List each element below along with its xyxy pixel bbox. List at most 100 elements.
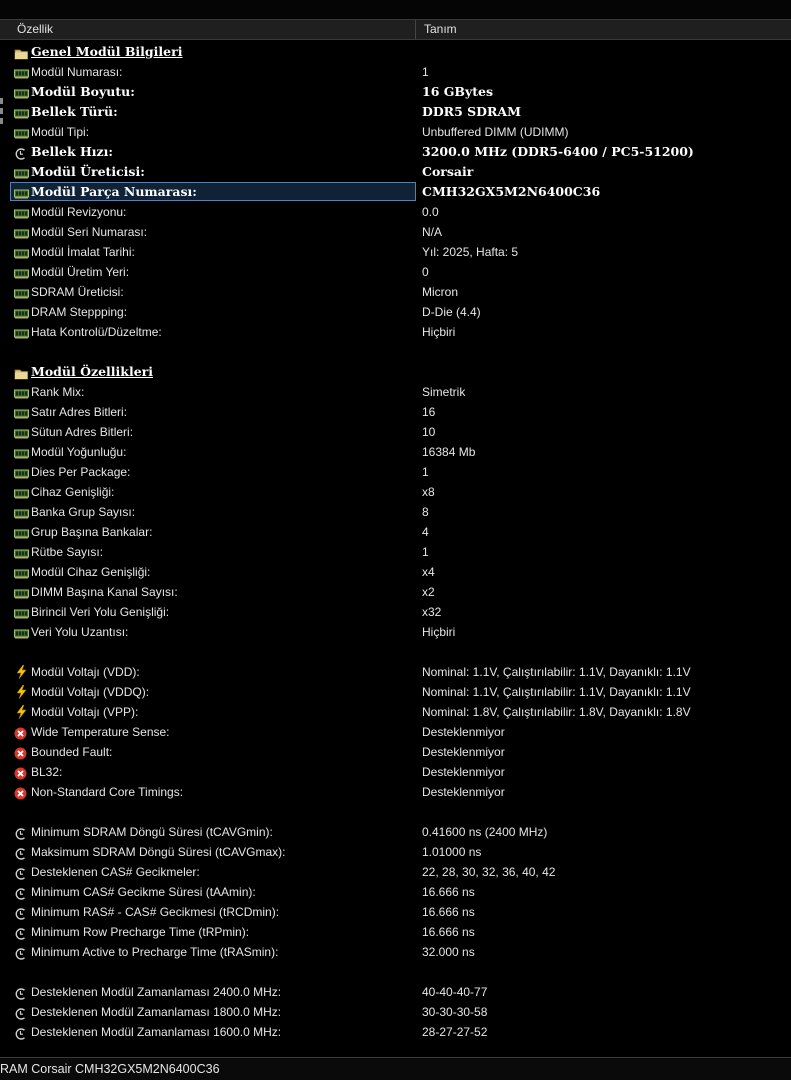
property-label: Modül Üreticisi: (31, 164, 145, 179)
property-row[interactable]: Modül Numarası: 1 (0, 62, 791, 82)
property-label: Banka Grup Sayısı: (31, 505, 136, 519)
property-row[interactable]: DIMM Başına Kanal Sayısı: x2 (0, 582, 791, 602)
property-row[interactable]: Wide Temperature Sense: Desteklenmiyor (0, 722, 791, 742)
property-row[interactable]: Rütbe Sayısı: 1 (0, 542, 791, 562)
ram-icon (14, 166, 29, 179)
property-label: Modül Voltajı (VDDQ): (31, 685, 150, 699)
property-row[interactable]: Modül Üretim Yeri: 0 (0, 262, 791, 282)
ram-icon (14, 106, 29, 119)
status-bar: RAM Corsair CMH32GX5M2N6400C36 (0, 1057, 791, 1080)
property-row[interactable]: Minimum CAS# Gecikme Süresi (tAAmin): 16.… (0, 882, 791, 902)
property-row[interactable]: Desteklenen Modül Zamanlaması 2400.0 MHz… (0, 982, 791, 1002)
property-row[interactable]: Bellek Türü: DDR5 SDRAM (0, 102, 791, 122)
property-value: 0.0 (422, 205, 439, 219)
clock-icon (14, 1026, 29, 1040)
property-row[interactable]: Bounded Fault: Desteklenmiyor (0, 742, 791, 762)
property-row[interactable]: Modül Seri Numarası: N/A (0, 222, 791, 242)
lightning-icon (14, 704, 29, 720)
property-row[interactable]: Birincil Veri Yolu Genişliği: x32 (0, 602, 791, 622)
clock-icon (14, 986, 29, 1000)
property-label: Bellek Türü: (31, 104, 118, 119)
clock-icon (14, 826, 29, 840)
property-label: Modül Revizyonu: (31, 205, 127, 219)
property-value: 16384 Mb (422, 445, 476, 459)
property-row[interactable]: Modül Tipi: Unbuffered DIMM (UDIMM) (0, 122, 791, 142)
property-value: N/A (422, 225, 443, 239)
property-row[interactable]: Rank Mix: Simetrik (0, 382, 791, 402)
property-row[interactable]: Modül Cihaz Genişliği: x4 (0, 562, 791, 582)
property-label: Satır Adres Bitleri: (31, 405, 128, 419)
property-label: Bounded Fault: (31, 745, 113, 759)
window-top-strip (0, 0, 791, 19)
status-text: RAM Corsair CMH32GX5M2N6400C36 (0, 1062, 220, 1076)
column-separator[interactable] (415, 20, 416, 39)
property-label: Birincil Veri Yolu Genişliği: (31, 605, 170, 619)
property-row[interactable]: Maksimum SDRAM Döngü Süresi (tCAVGmax): 1… (0, 842, 791, 862)
property-row[interactable]: Modül Voltajı (VDD): Nominal: 1.1V, Çalış… (0, 662, 791, 682)
property-row[interactable]: DRAM Steppping: D-Die (4.4) (0, 302, 791, 322)
property-label: Modül Seri Numarası: (31, 225, 148, 239)
property-row[interactable]: Modül Voltajı (VPP): Nominal: 1.8V, Çalış… (0, 702, 791, 722)
property-row[interactable]: Cihaz Genişliği: x8 (0, 482, 791, 502)
property-row[interactable]: Modül Üreticisi: Corsair (0, 162, 791, 182)
ram-icon (14, 246, 29, 259)
section-header[interactable]: Modül Özellikleri (0, 362, 791, 382)
property-row[interactable]: Modül Boyutu: 16 GBytes (0, 82, 791, 102)
property-row[interactable]: Hata Kontrolü/Düzeltme: Hiçbiri (0, 322, 791, 342)
property-value: 16.666 ns (422, 925, 475, 939)
property-label: Modül Numarası: (31, 65, 123, 79)
property-value: 22, 28, 30, 32, 36, 40, 42 (422, 865, 556, 879)
property-row[interactable]: Minimum Row Precharge Time (tRPmin): 16.6… (0, 922, 791, 942)
property-value: 1 (422, 65, 429, 79)
property-row[interactable]: Desteklenen CAS# Gecikmeler: 22, 28, 30, … (0, 862, 791, 882)
section-header[interactable]: Genel Modül Bilgileri (0, 42, 791, 62)
column-header-property[interactable]: Özellik (17, 20, 53, 39)
property-row[interactable]: Modül Revizyonu: 0.0 (0, 202, 791, 222)
ram-icon (14, 526, 29, 539)
property-label: Modül Cihaz Genişliği: (31, 565, 151, 579)
property-row[interactable]: Minimum SDRAM Döngü Süresi (tCAVGmin): 0.… (0, 822, 791, 842)
property-row[interactable]: Dies Per Package: 1 (0, 462, 791, 482)
property-row[interactable]: Grup Başına Bankalar: 4 (0, 522, 791, 542)
ram-icon (14, 266, 29, 279)
property-label: Modül Voltajı (VDD): (31, 665, 140, 679)
property-row[interactable]: Non-Standard Core Timings: Desteklenmiyor (0, 782, 791, 802)
property-row[interactable]: Desteklenen Modül Zamanlaması 1800.0 MHz… (0, 1002, 791, 1022)
property-row[interactable]: Sütun Adres Bitleri: 10 (0, 422, 791, 442)
ram-icon (14, 386, 29, 399)
property-row[interactable]: Desteklenen Modül Zamanlaması 1600.0 MHz… (0, 1022, 791, 1042)
property-row[interactable]: Modül İmalat Tarihi: Yıl: 2025, Hafta: 5 (0, 242, 791, 262)
property-label: Rütbe Sayısı: (31, 545, 104, 559)
ram-icon (14, 546, 29, 559)
property-label: Maksimum SDRAM Döngü Süresi (tCAVGmax): (31, 845, 286, 859)
property-label: Desteklenen CAS# Gecikmeler: (31, 865, 200, 879)
property-value: Desteklenmiyor (422, 725, 505, 739)
clock-icon (14, 926, 29, 940)
property-row[interactable]: Minimum Active to Precharge Time (tRASmi… (0, 942, 791, 962)
property-row[interactable]: Modül Voltajı (VDDQ): Nominal: 1.1V, Çalı… (0, 682, 791, 702)
property-row[interactable]: Bellek Hızı: 3200.0 MHz (DDR5-6400 / PC5-… (0, 142, 791, 162)
property-row[interactable]: BL32: Desteklenmiyor (0, 762, 791, 782)
property-label: SDRAM Üreticisi: (31, 285, 124, 299)
column-header-description[interactable]: Tanım (424, 20, 457, 39)
property-label: Desteklenen Modül Zamanlaması 1600.0 MHz… (31, 1025, 282, 1039)
property-label: BL32: (31, 765, 63, 779)
property-value: 30-30-30-58 (422, 1005, 488, 1019)
property-row[interactable]: SDRAM Üreticisi: Micron (0, 282, 791, 302)
property-row[interactable]: Minimum RAS# - CAS# Gecikmesi (tRCDmin):… (0, 902, 791, 922)
property-label: Non-Standard Core Timings: (31, 785, 184, 799)
property-label: Minimum CAS# Gecikme Süresi (tAAmin): (31, 885, 256, 899)
property-row[interactable]: Veri Yolu Uzantısı: Hiçbiri (0, 622, 791, 642)
property-row[interactable]: Modül Yoğunluğu: 16384 Mb (0, 442, 791, 462)
property-value: x8 (422, 485, 435, 499)
clock-icon (14, 906, 29, 920)
ram-icon (14, 446, 29, 459)
error-icon (14, 746, 29, 760)
property-row[interactable]: Modül Parça Numarası: CMH32GX5M2N6400C36 (0, 182, 791, 202)
property-row[interactable]: Banka Grup Sayısı: 8 (0, 502, 791, 522)
property-row[interactable]: Satır Adres Bitleri: 16 (0, 402, 791, 422)
property-value: 16 (422, 405, 436, 419)
property-label: Sütun Adres Bitleri: (31, 425, 134, 439)
property-label: Modül Boyutu: (31, 84, 135, 99)
clock-icon (14, 946, 29, 960)
